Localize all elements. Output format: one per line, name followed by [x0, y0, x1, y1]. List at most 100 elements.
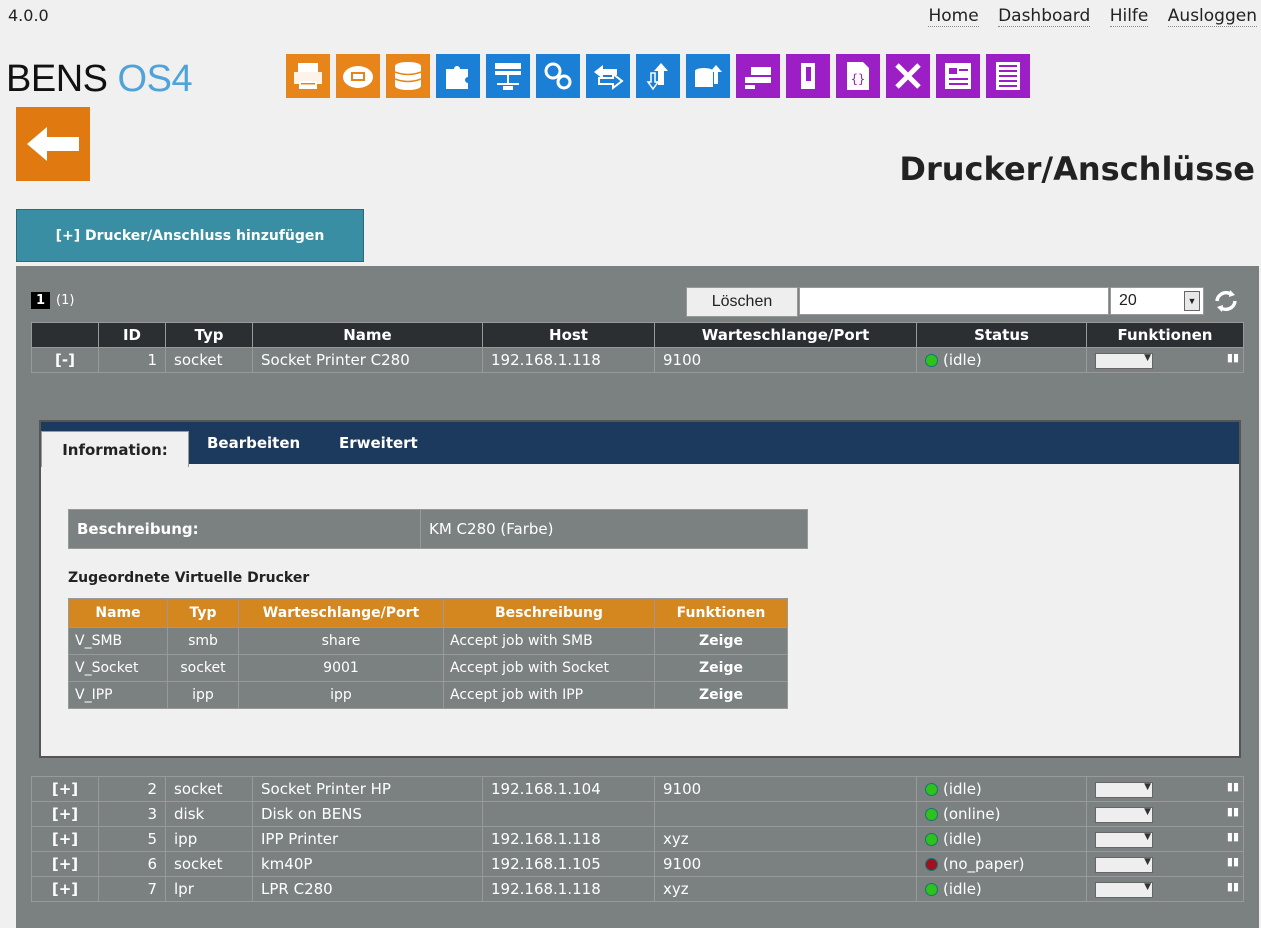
nav-logout-link[interactable]: Ausloggen	[1167, 6, 1257, 27]
list-icon[interactable]	[986, 54, 1030, 98]
pause-icon[interactable]: ▮▮	[1227, 780, 1239, 793]
nav-home-link[interactable]: Home	[928, 6, 979, 27]
network-icon[interactable]	[486, 54, 530, 98]
function-select[interactable]	[1095, 881, 1153, 898]
vd-row: V_Socket socket 9001 Accept job with Soc…	[68, 654, 788, 682]
pause-icon[interactable]: ▮▮	[1227, 830, 1239, 843]
chevron-down-icon: ▼	[1184, 291, 1200, 311]
app-logo: BENS OS4	[6, 58, 193, 101]
transfer-icon[interactable]	[586, 54, 630, 98]
top-nav: Home Dashboard Hilfe Ausloggen	[914, 6, 1257, 27]
vd-port: share	[238, 627, 444, 655]
row-status: (idle)	[916, 826, 1087, 852]
col-host[interactable]: Host	[482, 322, 655, 348]
row-host: 192.168.1.104	[482, 776, 655, 802]
pause-icon[interactable]: ▮▮	[1227, 805, 1239, 818]
row-status: (idle)	[916, 776, 1087, 802]
row-host: 192.168.1.118	[482, 876, 655, 902]
vd-type: socket	[167, 654, 239, 682]
tab-information[interactable]: Information:	[41, 431, 189, 467]
vd-show-link[interactable]: Zeige	[654, 681, 788, 709]
row-status: (no_paper)	[916, 851, 1087, 877]
status-dot-icon	[925, 833, 938, 846]
logo-sub: OS4	[117, 58, 193, 100]
tab-advanced[interactable]: Erweitert	[339, 434, 418, 452]
col-toggle	[31, 322, 99, 348]
function-select[interactable]	[1095, 856, 1153, 873]
row-toggle[interactable]: [-]	[31, 347, 99, 373]
pause-icon[interactable]: ▮▮	[1227, 855, 1239, 868]
row-toggle[interactable]: [+]	[31, 776, 99, 802]
printer-detail-panel: Information: Bearbeiten Erweitert Beschr…	[39, 420, 1241, 758]
cloud-printer-icon[interactable]	[336, 54, 380, 98]
upload-icon[interactable]	[636, 54, 680, 98]
pause-icon[interactable]: ▮▮	[1227, 351, 1239, 364]
printer-table-bottom: [+] 2 socket Socket Printer HP 192.168.1…	[31, 776, 1244, 902]
tab-edit[interactable]: Bearbeiten	[207, 434, 300, 452]
function-select[interactable]	[1095, 831, 1153, 848]
col-port[interactable]: Warteschlange/Port	[654, 322, 917, 348]
row-functions: ▮▮	[1086, 776, 1244, 802]
pagination: 1 (1)	[31, 292, 74, 309]
row-host: 192.168.1.118	[482, 347, 655, 373]
database-icon[interactable]	[386, 54, 430, 98]
vd-col-desc: Beschreibung	[443, 598, 655, 628]
book-icon[interactable]	[786, 54, 830, 98]
row-status-text: (idle)	[943, 830, 982, 848]
row-toggle[interactable]: [+]	[31, 876, 99, 902]
gears-icon[interactable]	[536, 54, 580, 98]
vd-show-link[interactable]: Zeige	[654, 654, 788, 682]
col-name[interactable]: Name	[252, 322, 483, 348]
row-port: 9100	[654, 851, 917, 877]
svg-text:{}: {}	[851, 72, 865, 86]
nav-help-link[interactable]: Hilfe	[1109, 6, 1149, 27]
table-row: [+] 2 socket Socket Printer HP 192.168.1…	[31, 776, 1244, 802]
detail-tabs: Information: Bearbeiten Erweitert	[41, 422, 1239, 467]
row-type: socket	[165, 347, 253, 373]
function-select[interactable]	[1095, 806, 1153, 823]
delete-button[interactable]: Löschen	[686, 287, 798, 317]
col-status[interactable]: Status	[916, 322, 1087, 348]
row-functions: ▮▮	[1086, 801, 1244, 827]
virtual-printers-table: Name Typ Warteschlange/Port Beschreibung…	[68, 598, 788, 709]
row-id: 7	[98, 876, 166, 902]
col-id[interactable]: ID	[98, 322, 166, 348]
printer-icon[interactable]	[286, 54, 330, 98]
description-label: Beschreibung:	[68, 509, 421, 549]
page-current[interactable]: 1	[31, 292, 51, 309]
printer-table-top: ID Typ Name Host Warteschlange/Port Stat…	[31, 322, 1244, 373]
row-toggle[interactable]: [+]	[31, 826, 99, 852]
row-port: 9100	[654, 347, 917, 373]
nav-dashboard-link[interactable]: Dashboard	[998, 6, 1091, 27]
row-id: 5	[98, 826, 166, 852]
vd-type: smb	[167, 627, 239, 655]
row-toggle[interactable]: [+]	[31, 851, 99, 877]
function-select[interactable]	[1095, 352, 1153, 369]
row-status: (idle)	[916, 347, 1087, 373]
filter-input[interactable]	[799, 287, 1109, 315]
refresh-icon[interactable]	[1211, 287, 1241, 315]
tools-icon[interactable]	[886, 54, 930, 98]
logo-main: BENS	[6, 58, 108, 100]
col-type[interactable]: Typ	[165, 322, 253, 348]
back-button[interactable]	[16, 107, 90, 181]
add-printer-button[interactable]: [+] Drucker/Anschluss hinzufügen	[16, 209, 364, 262]
page-size-select[interactable]: 20 ▼	[1110, 287, 1204, 315]
puzzle-icon[interactable]	[436, 54, 480, 98]
vd-col-type: Typ	[167, 598, 239, 628]
vd-show-link[interactable]: Zeige	[654, 627, 788, 655]
row-name: IPP Printer	[252, 826, 483, 852]
function-select[interactable]	[1095, 781, 1153, 798]
vd-port: 9001	[238, 654, 444, 682]
pause-icon[interactable]: ▮▮	[1227, 880, 1239, 893]
db-upload-icon[interactable]	[686, 54, 730, 98]
form-icon[interactable]	[936, 54, 980, 98]
vd-port: ipp	[238, 681, 444, 709]
row-name: Disk on BENS	[252, 801, 483, 827]
code-icon[interactable]: {}	[836, 54, 880, 98]
col-functions: Funktionen	[1086, 322, 1244, 348]
row-toggle[interactable]: [+]	[31, 801, 99, 827]
row-type: socket	[165, 851, 253, 877]
row-status-text: (idle)	[943, 351, 982, 369]
scanner-icon[interactable]	[736, 54, 780, 98]
